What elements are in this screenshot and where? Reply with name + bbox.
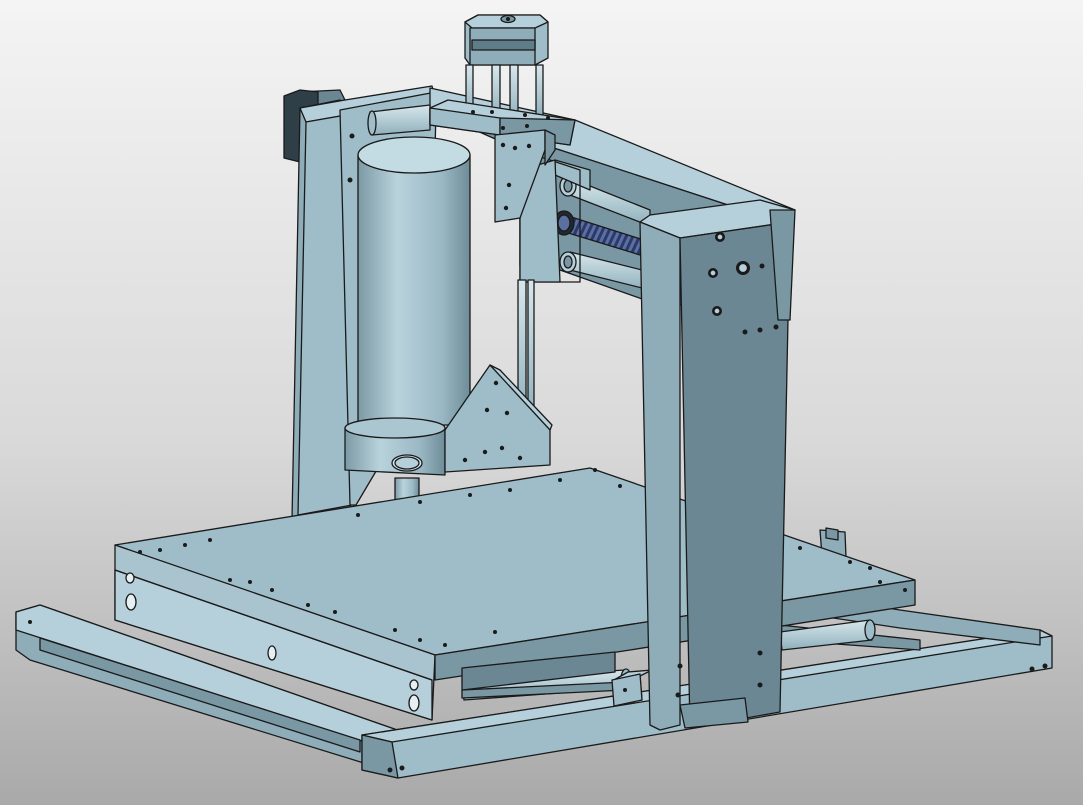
- z-axis-stepper-motor[interactable]: [464, 14, 549, 66]
- cad-3d-viewport[interactable]: [0, 0, 1083, 805]
- cnc-router-model[interactable]: [0, 0, 1083, 805]
